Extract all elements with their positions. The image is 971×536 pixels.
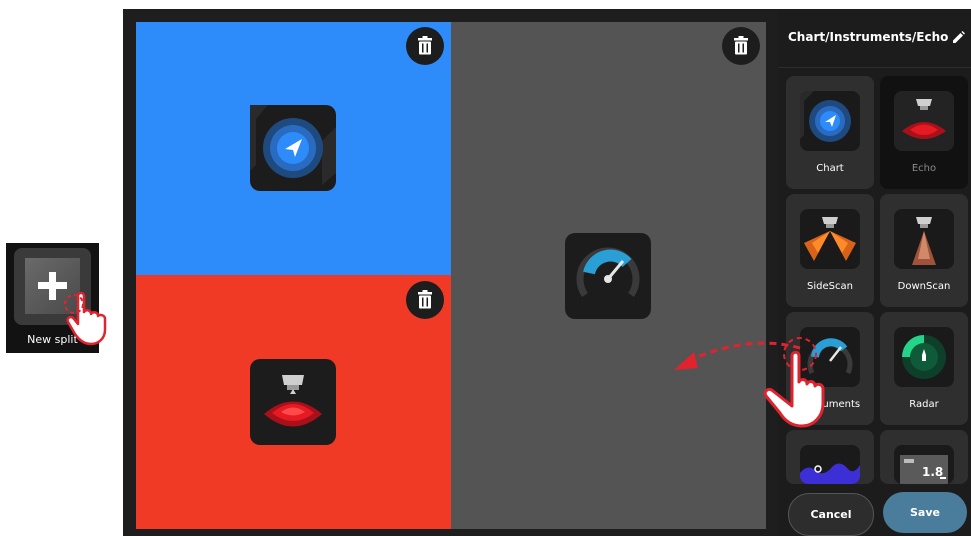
echo-app-icon	[250, 359, 336, 445]
delete-pane-button[interactable]	[406, 281, 444, 319]
sidescan-icon	[800, 209, 860, 269]
panel-divider	[778, 67, 971, 68]
downscan-icon	[894, 209, 954, 269]
app-card-label: Echo	[911, 163, 937, 174]
save-button[interactable]: Save	[883, 492, 967, 533]
app-card-label: SideScan	[807, 281, 853, 292]
app-card-label: DownScan	[897, 281, 951, 292]
panel-title: Chart/Instruments/Echo	[788, 30, 949, 44]
app-card-radar[interactable]: Radar	[880, 312, 968, 425]
pencil-icon[interactable]	[950, 30, 966, 46]
data-tile-icon: 1.8	[894, 445, 954, 484]
delete-pane-button[interactable]	[406, 27, 444, 65]
pane-chart[interactable]	[136, 22, 451, 275]
app-card-label: Radar	[909, 399, 939, 410]
trash-icon	[418, 36, 432, 55]
tile-value: 1.8	[922, 465, 944, 479]
pane-instruments[interactable]	[451, 22, 766, 529]
trash-icon	[734, 36, 748, 55]
pane-echo[interactable]	[136, 275, 451, 529]
chart-app-icon	[250, 105, 336, 191]
app-card-chart[interactable]: Chart	[786, 76, 874, 189]
app-card-echo[interactable]: Echo	[880, 76, 968, 189]
app-card-downscan[interactable]: DownScan	[880, 194, 968, 307]
dragging-hand-icon	[763, 337, 825, 428]
app-card-sidescan[interactable]: SideScan	[786, 194, 874, 307]
delete-pane-button[interactable]	[722, 27, 760, 65]
chart-icon	[800, 91, 860, 151]
cancel-button[interactable]: Cancel	[788, 493, 874, 536]
app-card-partial[interactable]: 1.8	[880, 430, 968, 484]
radar-icon	[894, 327, 954, 387]
app-card-label: Chart	[816, 163, 844, 174]
waveform-icon	[800, 445, 860, 484]
trash-icon	[418, 290, 432, 309]
pointing-hand-icon	[64, 291, 107, 346]
instruments-app-icon	[565, 233, 651, 319]
echo-icon	[894, 91, 954, 151]
